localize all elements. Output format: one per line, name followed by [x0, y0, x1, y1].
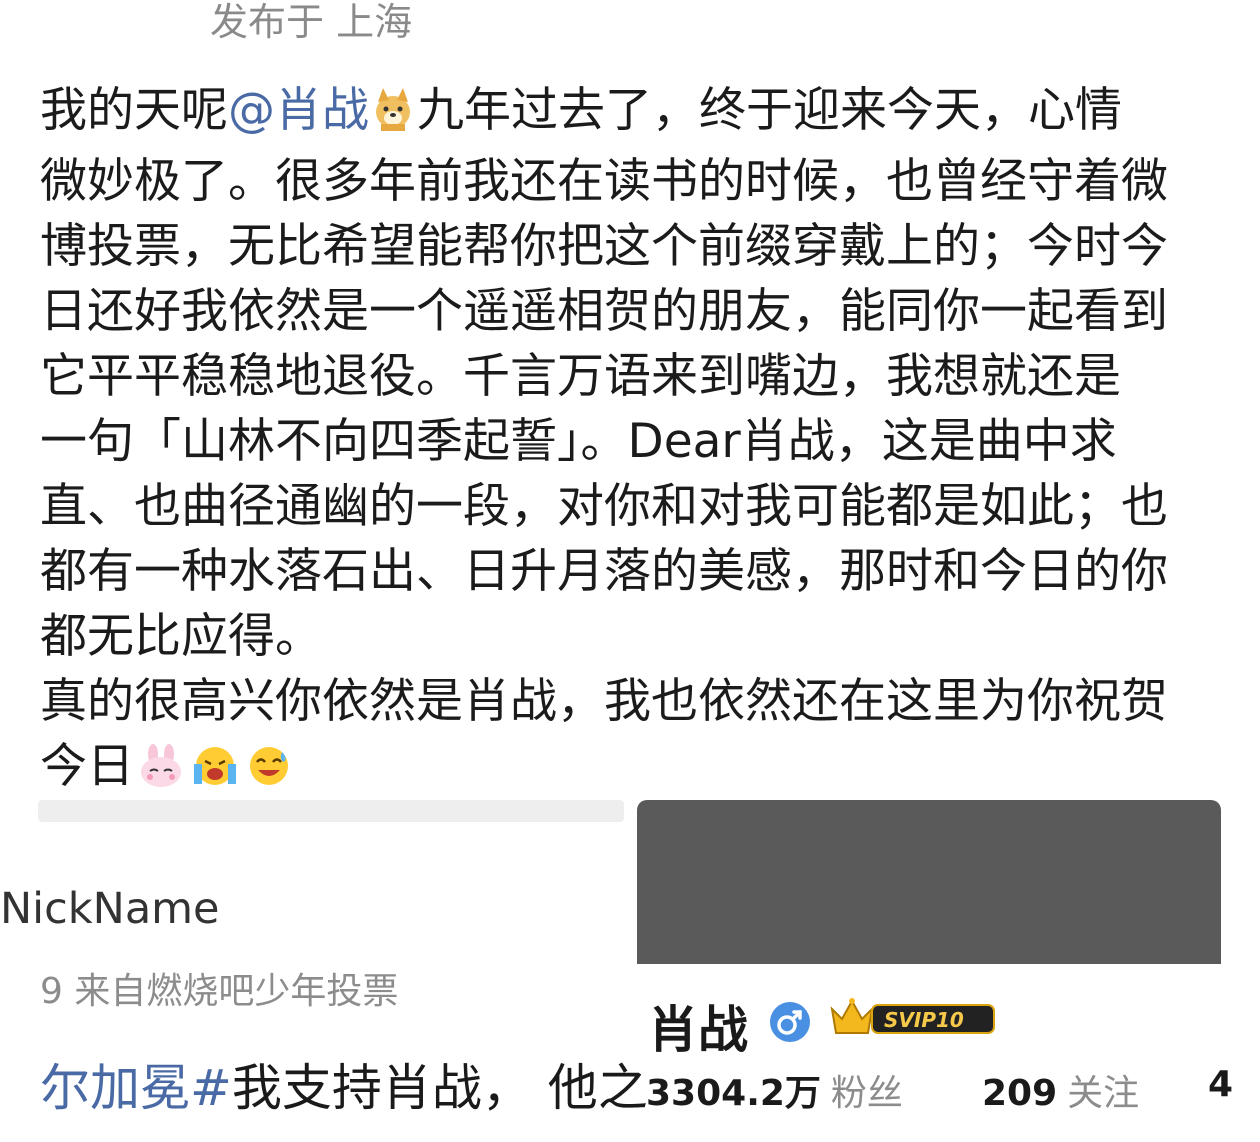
post-line: 微妙极了。很多年前我还在读书的时候，也曾经守着微 [40, 154, 1168, 209]
svip-badge-icon: SVIP10 [828, 995, 998, 1041]
post-line: 日还好我依然是一个遥遥相贺的朋友，能同你一起看到 [40, 284, 1168, 339]
following-count: 209 [982, 1073, 1058, 1114]
cut-digit: 4 [1208, 1064, 1234, 1105]
post-line: 我的天呢@肖战 九年过去了，终于迎来今天，心情 [40, 78, 1225, 149]
dog-emoji-icon [373, 84, 413, 149]
mention-link[interactable]: @肖战 [228, 83, 369, 138]
male-gender-icon [768, 1000, 812, 1044]
cut-stat: 4 [1208, 1064, 1233, 1105]
following-stat[interactable]: 209 关注 [982, 1064, 1139, 1116]
post-line: 都有一种水落石出、日升月落的美感，那时和今日的你 [40, 544, 1168, 599]
topic-hash[interactable]: # [190, 1059, 232, 1117]
following-label: 关注 [1067, 1073, 1140, 1114]
post-line: 博投票，无比希望能帮你把这个前缀穿戴上的；今时今 [40, 219, 1168, 274]
post-text: 九年过去了，终于迎来今天，心情 [417, 83, 1122, 138]
post-line: 今日 [40, 734, 1225, 805]
post-text: 我的天呢 [40, 83, 228, 138]
profile-cover-image [637, 800, 1221, 964]
crying-emoji-icon [192, 740, 238, 805]
post-text: 今日 [40, 739, 134, 794]
post-line: 真的很高兴你依然是肖战，我也依然还在这里为你祝贺 [40, 674, 1168, 729]
quoted-topic-line: 尔加冕#我支持肖战， 他之 [40, 1048, 648, 1120]
topic-prefix[interactable]: 尔加冕 [40, 1059, 190, 1117]
followers-count: 3304.2万 [646, 1073, 821, 1114]
card-divider [38, 800, 624, 822]
bunny-emoji-icon [138, 740, 184, 805]
post-location: 发布于 上海 [210, 0, 413, 44]
quoted-nickname[interactable]: NickName [0, 884, 220, 934]
post-line: 它平平稳稳地退役。千言万语来到嘴边，我想就还是 [40, 349, 1121, 404]
post-body: 我的天呢@肖战 九年过去了，终于迎来今天，心情 微妙极了。很多年前我还在读书的时候… [40, 78, 1225, 805]
svip-label: SVIP10 [884, 1008, 964, 1032]
post-line: 都无比应得。 [40, 609, 322, 664]
laugh-tear-emoji-icon [246, 740, 292, 805]
post-line: 一句「山林不向四季起誓」。Dear肖战，这是曲中求 [40, 414, 1117, 469]
quoted-source: 9 来自燃烧吧少年投票 [40, 971, 399, 1012]
post-line: 直、也曲径通幽的一段，对你和对我可能都是如此；也 [40, 479, 1168, 534]
followers-label: 粉丝 [830, 1073, 903, 1114]
topic-text: 我支持肖战， 他 [231, 1059, 598, 1117]
followers-stat[interactable]: 3304.2万 粉丝 [646, 1064, 903, 1116]
profile-name[interactable]: 肖战 [648, 990, 748, 1062]
